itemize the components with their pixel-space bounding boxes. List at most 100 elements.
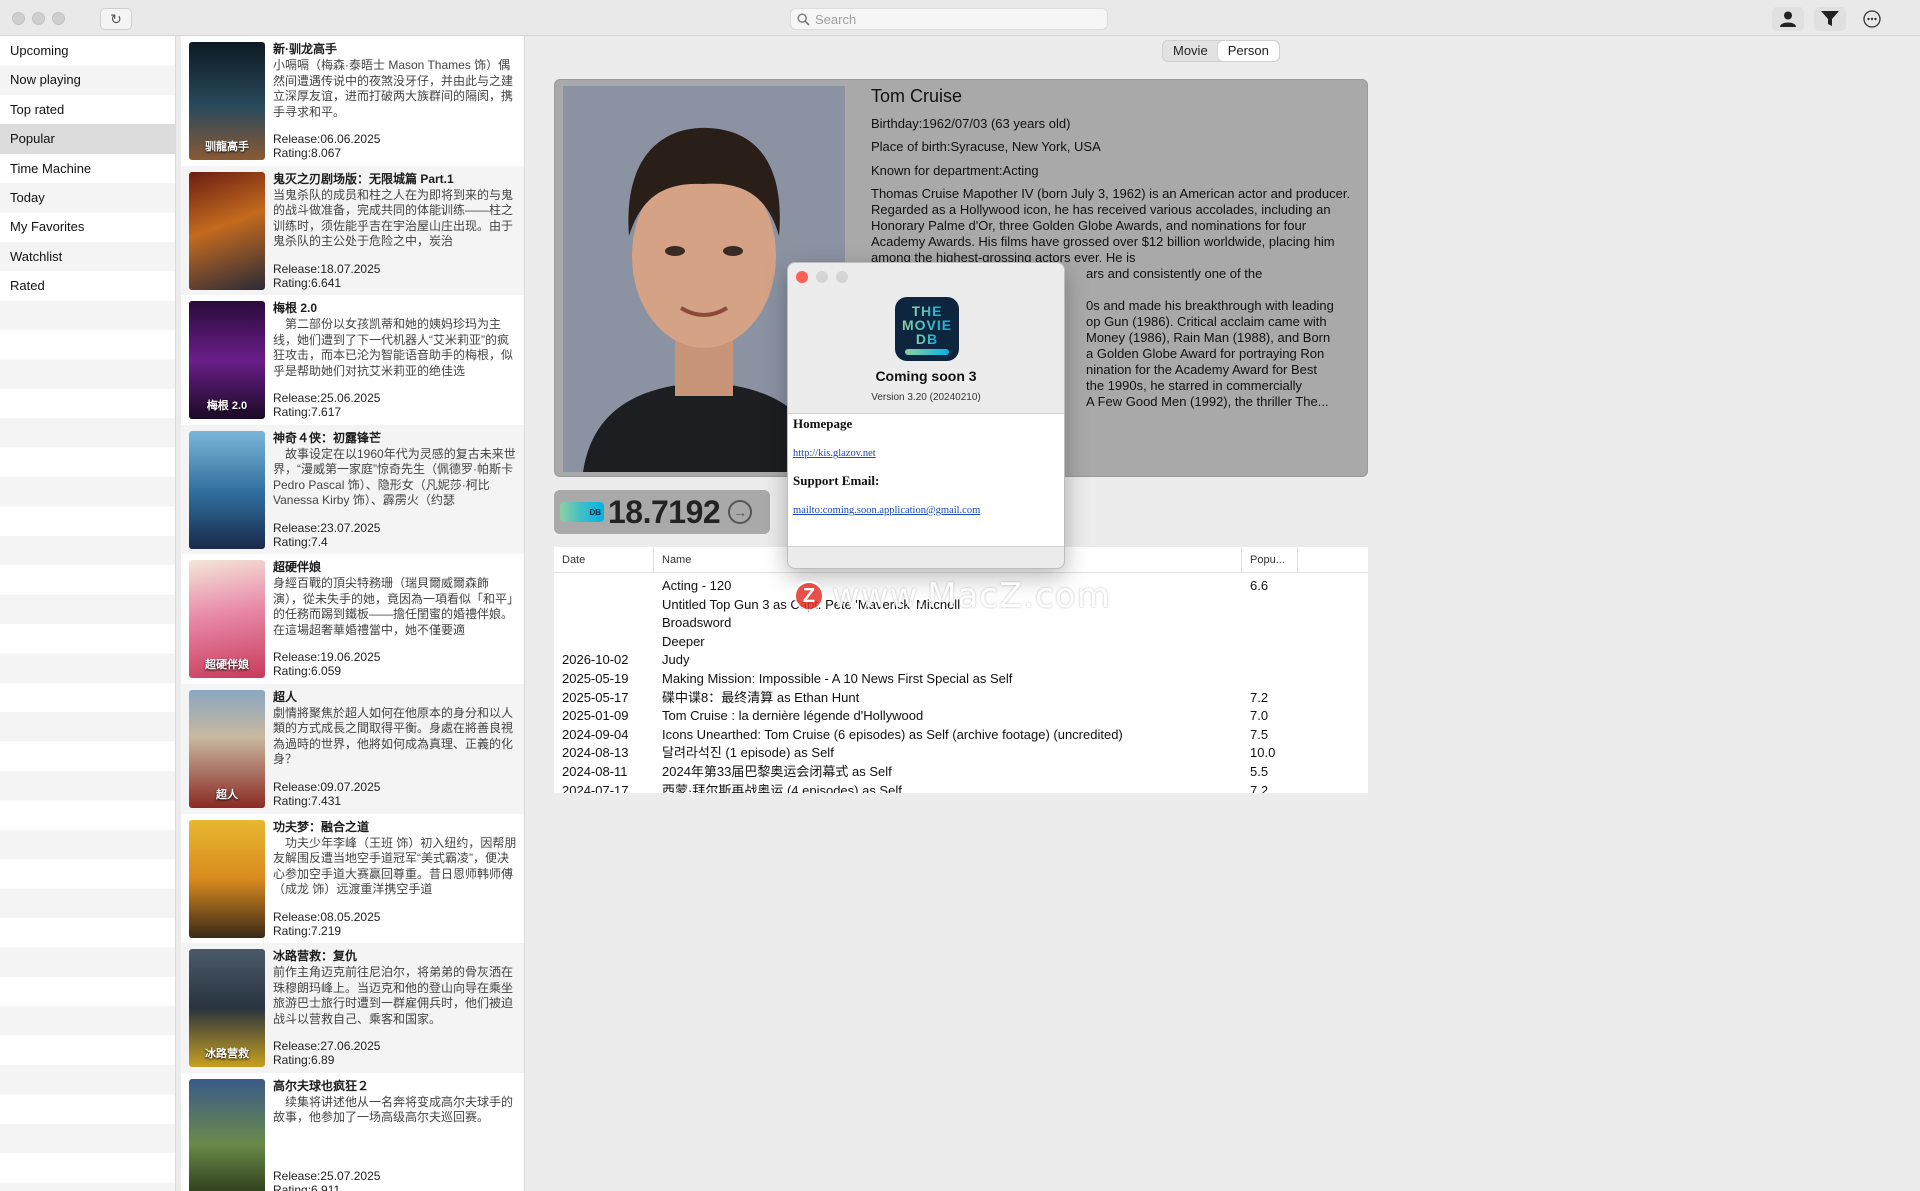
list-item[interactable]: 鬼灭之刃剧场版：无限城篇 Part.1 当鬼杀队的成员和柱之人在为即将到来的与鬼的… — [181, 165, 524, 296]
column-popularity[interactable]: Popu... — [1242, 547, 1298, 572]
sidebar-item-watchlist[interactable]: Watchlist — [0, 242, 175, 271]
detail-pane: Movie Person Tom Cruise Birthday:1962/07… — [530, 36, 1920, 1191]
movie-poster — [189, 819, 265, 938]
column-date[interactable]: Date — [554, 547, 654, 572]
person-icon — [1780, 11, 1796, 27]
filter-icon — [1821, 11, 1839, 26]
list-item[interactable]: 驯龍高手 新·驯龙高手 小嗝嗝（梅森·泰晤士 Mason Thames 饰）偶然间… — [181, 36, 524, 166]
credit-date — [554, 596, 654, 615]
movie-overview: 小嗝嗝（梅森·泰晤士 Mason Thames 饰）偶然间遭遇传说中的夜煞没牙仔… — [273, 58, 514, 119]
sidebar-item-my-favorites[interactable]: My Favorites — [0, 212, 175, 241]
table-row[interactable]: Broadsword — [554, 614, 1368, 633]
movie-release: Release:25.06.2025 — [273, 391, 381, 406]
credit-popularity — [1242, 596, 1302, 615]
list-item[interactable]: 冰路营救 冰路营救：复仇 前作主角迈克前往尼泊尔，将弟弟的骨灰洒在珠穆朗玛峰上。当… — [181, 943, 524, 1073]
list-item[interactable]: 神奇４侠：初露锋芒 故事设定在以1960年代为灵感的复古未来世界，“漫威第一家庭… — [181, 424, 524, 555]
filter-button[interactable] — [1814, 7, 1846, 31]
watermark: Z www.MacZ.com — [794, 576, 1111, 616]
account-button[interactable] — [1772, 7, 1804, 31]
more-button[interactable] — [1856, 7, 1888, 31]
open-arrow-button[interactable]: → — [728, 500, 753, 524]
list-item[interactable]: 超硬伴娘 超硬伴娘 身經百戰的頂尖特務珊（瑞貝爾威爾森飾演），從未失手的她，竟因為… — [181, 554, 524, 684]
credit-popularity: 7.2 — [1250, 689, 1269, 705]
close-window-button[interactable] — [12, 12, 25, 25]
zoom-window-button[interactable] — [52, 12, 65, 25]
table-row[interactable]: 2025-05-17 碟中谍8：最终清算 as Ethan Hunt 7.2 — [554, 689, 1368, 708]
dialog-zoom-button — [836, 271, 848, 283]
credit-date: 2024-08-13 — [562, 745, 629, 761]
movie-overview: 当鬼杀队的成员和柱之人在为即将到来的与鬼的战斗做准备，完成共同的体能训练——柱之… — [273, 187, 514, 249]
movie-title: 超人 — [273, 689, 298, 704]
movie-title: 梅根 2.0 — [273, 301, 318, 316]
search-input[interactable] — [815, 11, 1095, 27]
movie-rating: Rating:7.219 — [273, 923, 342, 938]
credit-date — [554, 614, 654, 633]
movie-title: 高尔夫球也疯狂２ — [273, 1078, 370, 1093]
sidebar-item-today[interactable]: Today — [0, 183, 175, 212]
segment-person[interactable]: Person — [1217, 41, 1279, 61]
support-email-link[interactable]: mailto:coming.soon.application@gmail.com — [793, 505, 1061, 516]
watermark-text: www.MacZ.com — [832, 576, 1111, 616]
minimize-window-button[interactable] — [32, 12, 45, 25]
credit-date: 2025-05-19 — [562, 670, 629, 686]
list-item[interactable]: 功夫梦：融合之道 功夫少年李峰（王班 饰）初入纽约，因帮朋友解围反遭当地空手道冠… — [181, 814, 524, 944]
refresh-button[interactable]: ↻ — [100, 8, 132, 30]
person-name: Tom Cruise — [871, 86, 963, 106]
movie-poster: 梅根 2.0 — [189, 301, 265, 420]
list-item[interactable]: 高尔夫球也疯狂２ 续集将讲述他从一名奔将变成高尔夫球手的故事，他参加了一场高级高… — [181, 1073, 524, 1191]
search-field[interactable] — [790, 8, 1108, 30]
movie-release: Release:23.07.2025 — [273, 520, 381, 535]
about-info: Homepage http://kis.glazov.net Support E… — [788, 413, 1064, 547]
movie-list[interactable]: 驯龍高手 新·驯龙高手 小嗝嗝（梅森·泰晤士 Mason Thames 饰）偶然间… — [181, 36, 525, 1191]
table-row[interactable]: 2024-09-04 Icons Unearthed: Tom Cruise (6… — [554, 726, 1368, 745]
movie-title: 超硬伴娘 — [273, 560, 322, 575]
sidebar-item-top-rated[interactable]: Top rated — [0, 95, 175, 124]
mode-segmented-control[interactable]: Movie Person — [1162, 40, 1280, 62]
table-row[interactable]: 2024-08-13 달려라석진 (1 episode) as Self 10.0 — [554, 744, 1368, 763]
list-item[interactable]: 超人 超人 劇情將聚焦於超人如何在他原本的身分和以人類的方式成長之間取得平衡。身處… — [181, 683, 524, 814]
movie-title: 鬼灭之刃剧场版：无限城篇 Part.1 — [273, 171, 454, 186]
movie-overview: 劇情將聚焦於超人如何在他原本的身分和以人類的方式成長之間取得平衡。身處在將善良視… — [273, 705, 514, 767]
support-label: Support Email: — [793, 473, 880, 488]
dialog-close-button[interactable] — [796, 271, 808, 283]
table-row[interactable]: 2024-07-17 西蒙·拜尔斯再战奥运 (4 episodes) as Sel… — [554, 782, 1368, 793]
window-titlebar: ↻ — [0, 0, 1920, 36]
homepage-link[interactable]: http://kis.glazov.net — [793, 448, 1061, 459]
popularity-value: 18.7192 — [608, 493, 721, 530]
sidebar-item-rated[interactable]: Rated — [0, 271, 175, 300]
movie-release: Release:08.05.2025 — [273, 909, 381, 924]
credit-date: 2024-09-04 — [562, 726, 629, 742]
sidebar-item-upcoming[interactable]: Upcoming — [0, 36, 175, 65]
credit-date: 2025-05-17 — [562, 689, 629, 705]
sidebar-item-popular[interactable]: Popular — [0, 124, 175, 154]
more-icon — [1863, 10, 1881, 28]
table-row[interactable]: 2024-08-11 2024年第33届巴黎奥运会闭幕式 as Self 5.5 — [554, 763, 1368, 782]
table-row[interactable]: 2026-10-02 Judy — [554, 651, 1368, 670]
watermark-logo-icon: Z — [794, 581, 824, 611]
credit-name: 碟中谍8：最终清算 as Ethan Hunt — [662, 689, 860, 705]
credit-popularity: 7.0 — [1250, 708, 1269, 724]
table-row[interactable]: 2025-01-09 Tom Cruise : la dernière légen… — [554, 707, 1368, 726]
table-row[interactable]: Deeper — [554, 633, 1368, 652]
tmdb-logo-icon: DB — [560, 502, 604, 522]
movie-release: Release:18.07.2025 — [273, 261, 381, 276]
table-row[interactable]: 2025-05-19 Making Mission: Impossible - A… — [554, 670, 1368, 689]
movie-poster — [189, 171, 265, 290]
movie-title: 冰路营救：复仇 — [273, 949, 358, 964]
movie-rating: Rating:6.911 — [273, 1182, 341, 1191]
credit-date — [554, 577, 654, 596]
credit-date: 2025-01-09 — [562, 708, 629, 724]
credit-name: Judy — [662, 652, 690, 668]
list-item[interactable]: 梅根 2.0 梅根 2.0 第二部份以女孩凯蒂和她的姨妈珍玛为主线，她们遭到了下… — [181, 295, 524, 425]
movie-release: Release:06.06.2025 — [273, 132, 381, 146]
person-birthplace: Place of birth:Syracuse, New York, USA — [871, 139, 1101, 154]
about-dialog: THE MOVIE DB Coming soon 3 Version 3.20 … — [787, 262, 1065, 569]
movie-overview: 功夫少年李峰（王班 饰）初入纽约，因帮朋友解围反遭当地空手道冠军“美式霸凌”，便… — [273, 835, 517, 897]
sidebar-item-now-playing[interactable]: Now playing — [0, 65, 175, 94]
sidebar-item-time-machine[interactable]: Time Machine — [0, 154, 175, 183]
refresh-icon: ↻ — [110, 10, 122, 27]
movie-overview: 故事设定在以1960年代为灵感的复古未来世界，“漫威第一家庭”惊奇先生（佩德罗·… — [273, 446, 516, 508]
credit-popularity: 6.6 — [1250, 578, 1269, 593]
segment-movie[interactable]: Movie — [1163, 41, 1218, 61]
credit-name: Deeper — [662, 633, 705, 649]
